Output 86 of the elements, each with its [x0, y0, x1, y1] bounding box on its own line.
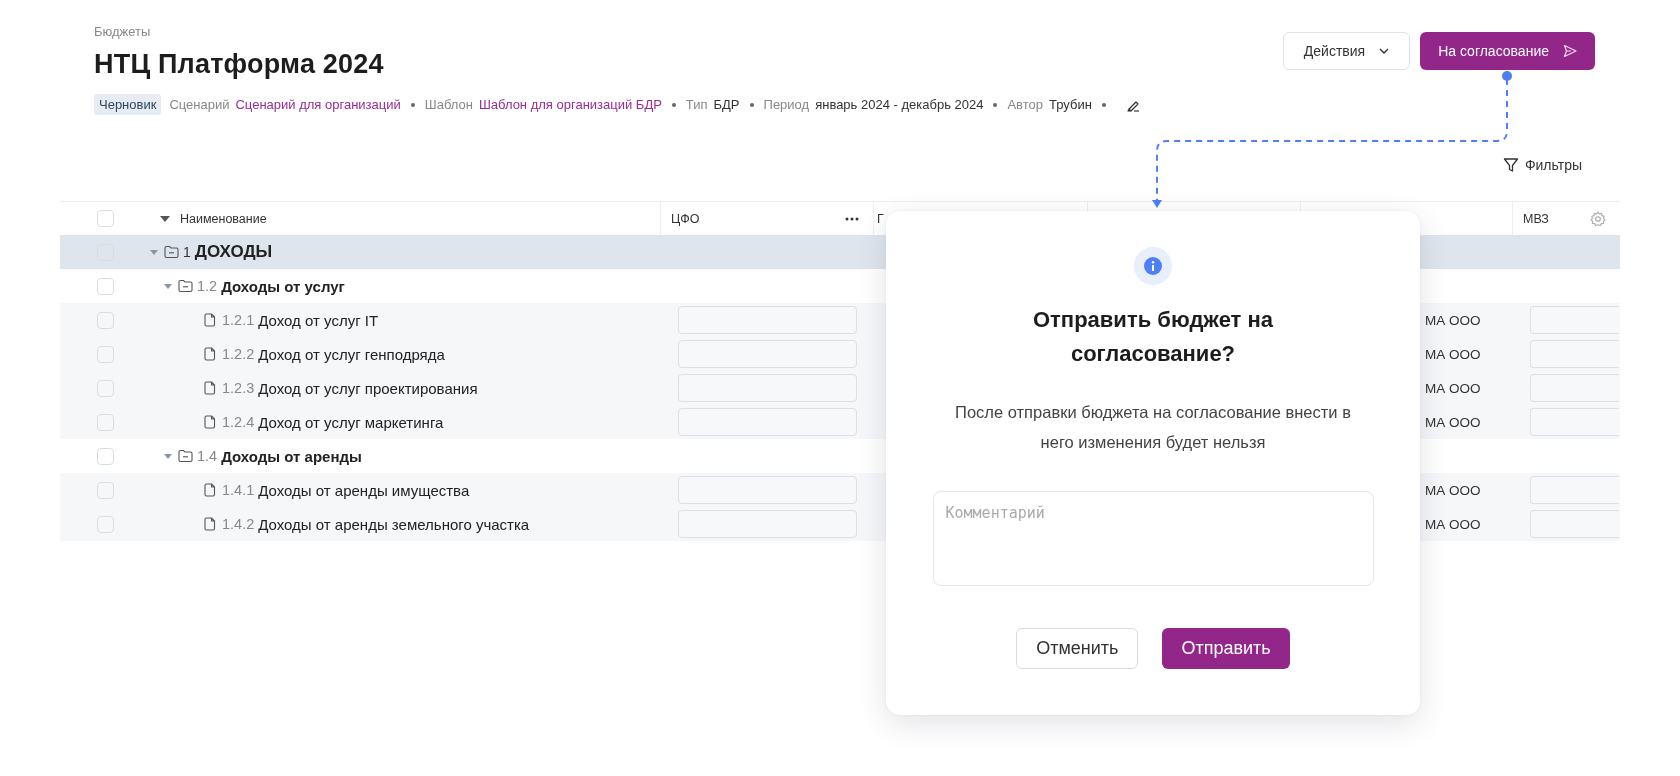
meta-label: Сценарий [169, 97, 230, 112]
chevron-down-icon [1379, 48, 1390, 54]
row-name: Доход от услуг маркетинга [258, 413, 444, 431]
column-header[interactable]: Наименование [180, 211, 267, 226]
meta-label: Автор [1007, 97, 1043, 112]
filters-button[interactable]: Фильтры [1502, 157, 1582, 173]
checkbox[interactable] [97, 210, 114, 227]
table-cell: МА ООО [1425, 312, 1481, 328]
meta-label: Шаблон [424, 97, 473, 112]
breadcrumb[interactable]: Бюджеты [94, 24, 1140, 39]
table-cell: МА ООО [1425, 380, 1481, 396]
caret-icon[interactable] [160, 215, 170, 222]
submit-button[interactable]: На согласование [1420, 32, 1595, 70]
column-header[interactable]: Г [877, 211, 884, 226]
meta-label: Период [763, 97, 810, 112]
meta-value: Трубин [1049, 97, 1092, 112]
row-number: 1.4.2 [222, 516, 255, 532]
row-number: 1.2.4 [222, 414, 255, 430]
folder-icon [178, 449, 193, 463]
status-badge: Черновик [94, 94, 162, 115]
file-icon [204, 347, 216, 361]
meta-link[interactable]: Шаблон для организаций БДР [478, 97, 662, 112]
row-number: 1.4.1 [222, 482, 255, 498]
input-field[interactable] [1530, 306, 1619, 334]
cancel-button[interactable]: Отменить [1016, 628, 1139, 669]
checkbox[interactable] [97, 447, 114, 465]
dialog-title: Отправить бюджет на согласование? [1032, 306, 1274, 368]
input-field[interactable] [1530, 340, 1619, 368]
file-icon [204, 313, 216, 327]
folder-icon [164, 245, 179, 259]
row-name: Доходы от аренды имущества [258, 481, 470, 499]
more-icon[interactable] [845, 216, 859, 221]
actions-button[interactable]: Действия [1282, 32, 1411, 70]
row-name: Доходы от аренды [221, 447, 362, 465]
checkbox[interactable] [97, 379, 114, 397]
input-field[interactable] [678, 476, 857, 504]
row-name: Доход от услуг проектирования [258, 379, 478, 397]
checkbox[interactable] [97, 481, 114, 499]
column-header[interactable]: МВЗ [1523, 211, 1549, 226]
row-number: 1.2.1 [222, 312, 255, 328]
checkbox[interactable] [97, 345, 114, 363]
row-name: ДОХОДЫ [194, 242, 273, 262]
table-cell: МА ООО [1425, 414, 1481, 430]
checkbox[interactable] [97, 515, 114, 533]
table-cell: МА ООО [1425, 482, 1481, 498]
input-field[interactable] [1530, 408, 1619, 436]
row-number: 1.2 [197, 278, 218, 294]
input-field[interactable] [1530, 374, 1619, 402]
folder-icon [178, 279, 193, 293]
input-field[interactable] [1530, 510, 1619, 538]
dialog-message: После отправки бюджета на согласование внести в него изменения будет нельзя [954, 402, 1352, 453]
checkbox[interactable] [97, 413, 114, 431]
row-number: 1.4 [197, 448, 218, 464]
input-field[interactable] [1530, 476, 1619, 504]
input-field[interactable] [678, 374, 857, 402]
info-icon [1134, 247, 1172, 285]
row-name: Доходы от услуг [221, 277, 345, 295]
row-name: Доходы от аренды земельного участка [258, 515, 530, 533]
page-title: НТЦ Платформа 2024 [94, 49, 385, 80]
send-icon [1563, 44, 1577, 58]
file-icon [204, 415, 216, 429]
file-icon [204, 517, 216, 531]
input-field[interactable] [678, 340, 857, 368]
input-field[interactable] [678, 408, 857, 436]
checkbox[interactable] [97, 277, 114, 295]
input-field[interactable] [678, 306, 857, 334]
comment-field[interactable]: Комментарий [932, 491, 1374, 586]
row-number: 1.2.2 [222, 346, 255, 362]
row-number: 1 [183, 244, 191, 260]
settings-icon[interactable] [1590, 210, 1606, 227]
meta-value: БДР [713, 97, 740, 112]
table-cell: МА ООО [1425, 346, 1481, 362]
meta-link[interactable]: Сценарий для организаций [235, 97, 401, 112]
row-number: 1.2.3 [222, 380, 255, 396]
send-button[interactable]: Отправить [1162, 628, 1290, 669]
meta-label: Тип [685, 97, 708, 112]
file-icon [204, 483, 216, 497]
file-icon [204, 381, 216, 395]
table-cell: МА ООО [1425, 516, 1481, 532]
meta-value: январь 2024 - декабрь 2024 [815, 97, 984, 112]
checkbox[interactable] [97, 311, 114, 329]
input-field[interactable] [678, 510, 857, 538]
row-name: Доход от услуг генподряда [258, 345, 445, 363]
column-header[interactable]: ЦФО [671, 211, 700, 226]
row-name: Доход от услуг IT [258, 311, 379, 329]
filter-icon [1502, 157, 1519, 173]
